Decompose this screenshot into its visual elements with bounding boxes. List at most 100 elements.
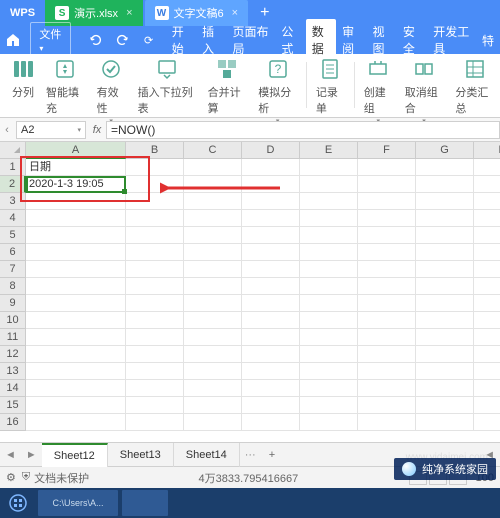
sheet-tab[interactable]: Sheet12 [42,443,108,467]
cell[interactable] [242,363,300,380]
cell[interactable] [242,295,300,312]
cell[interactable] [416,210,474,227]
menu-insert[interactable]: 插入 [196,19,226,61]
cell[interactable] [416,414,474,431]
cell[interactable] [26,363,126,380]
cell[interactable] [184,380,242,397]
ribbon-smartfill-button[interactable]: 智能填充 [40,58,91,114]
cell[interactable] [358,193,416,210]
cell[interactable] [358,210,416,227]
cell[interactable] [26,329,126,346]
cell[interactable] [474,312,500,329]
cell[interactable] [474,346,500,363]
cell[interactable] [474,159,500,176]
settings-icon[interactable]: ⚙ [6,471,16,484]
collapse-icon[interactable]: ‹ [0,124,14,136]
cell[interactable] [26,261,126,278]
cell[interactable] [126,176,184,193]
sheet-tab[interactable]: Sheet13 [108,443,174,467]
cell[interactable] [126,414,184,431]
ribbon-ungroup-button[interactable]: 取消组合▾ [399,58,450,114]
cell[interactable] [242,261,300,278]
cell[interactable] [126,159,184,176]
row-header[interactable]: 13 [0,363,26,380]
cell[interactable] [184,227,242,244]
cell[interactable] [300,193,358,210]
cell[interactable] [242,380,300,397]
row-header[interactable]: 9 [0,295,26,312]
cell[interactable] [416,193,474,210]
cell[interactable] [242,176,300,193]
select-all-corner[interactable] [0,142,26,159]
row-header[interactable]: 16 [0,414,26,431]
cell[interactable] [358,363,416,380]
chevron-down-icon[interactable]: ▾ [77,126,81,134]
close-icon[interactable]: × [232,7,238,19]
cell[interactable] [126,193,184,210]
cell[interactable] [300,346,358,363]
cell[interactable] [300,295,358,312]
cell[interactable] [184,261,242,278]
row-header[interactable]: 12 [0,346,26,363]
ribbon-subtotal-button[interactable]: 分类汇总 [449,58,500,114]
cell[interactable] [300,414,358,431]
cell[interactable] [358,244,416,261]
ribbon-dropdown-button[interactable]: 插入下拉列表 [132,58,202,114]
cell[interactable] [358,414,416,431]
cell[interactable] [358,312,416,329]
cell[interactable] [126,244,184,261]
redo-icon[interactable] [113,28,131,52]
cell[interactable] [242,193,300,210]
cell[interactable] [300,380,358,397]
row-header[interactable]: 10 [0,312,26,329]
cell[interactable] [416,363,474,380]
cell[interactable] [358,329,416,346]
cell[interactable] [126,380,184,397]
row-header[interactable]: 15 [0,397,26,414]
cell[interactable] [26,414,126,431]
ribbon-columns-button[interactable]: 分列 [6,58,40,114]
ribbon-whatif-button[interactable]: ?模拟分析▾ [252,58,303,114]
menu-review[interactable]: 审阅 [336,19,366,61]
cell[interactable] [184,159,242,176]
cell[interactable] [242,278,300,295]
cell[interactable]: 日期 [26,159,126,176]
row-header[interactable]: 2 [0,176,26,193]
cell[interactable] [184,363,242,380]
menu-formula[interactable]: 公式 [275,19,305,61]
sheet-nav-prev[interactable]: ◄ [0,449,21,461]
menu-layout[interactable]: 页面布局 [227,19,276,61]
cell[interactable] [358,159,416,176]
row-header[interactable]: 14 [0,380,26,397]
column-header[interactable]: A [26,142,126,159]
cell[interactable] [126,278,184,295]
cell[interactable] [358,397,416,414]
menu-view[interactable]: 视图 [366,19,396,61]
cell[interactable] [26,295,126,312]
row-header[interactable]: 1 [0,159,26,176]
cell[interactable] [416,397,474,414]
cell[interactable] [184,312,242,329]
cell[interactable] [126,363,184,380]
cell[interactable] [474,244,500,261]
cell[interactable] [358,278,416,295]
cell[interactable] [300,244,358,261]
cell[interactable] [242,244,300,261]
cell[interactable] [416,346,474,363]
cell[interactable] [416,176,474,193]
cell[interactable]: 2020-1-3 19:05 [26,176,126,193]
cell[interactable] [126,346,184,363]
menu-data[interactable]: 数据 [306,19,336,61]
cell[interactable] [184,414,242,431]
undo-icon[interactable] [87,28,105,52]
cell[interactable] [126,329,184,346]
cell[interactable] [358,261,416,278]
cell[interactable] [474,295,500,312]
cell[interactable] [126,227,184,244]
row-header[interactable]: 8 [0,278,26,295]
cell[interactable] [26,346,126,363]
cell[interactable] [184,210,242,227]
cell[interactable] [358,176,416,193]
cell[interactable] [474,329,500,346]
column-header[interactable]: D [242,142,300,159]
